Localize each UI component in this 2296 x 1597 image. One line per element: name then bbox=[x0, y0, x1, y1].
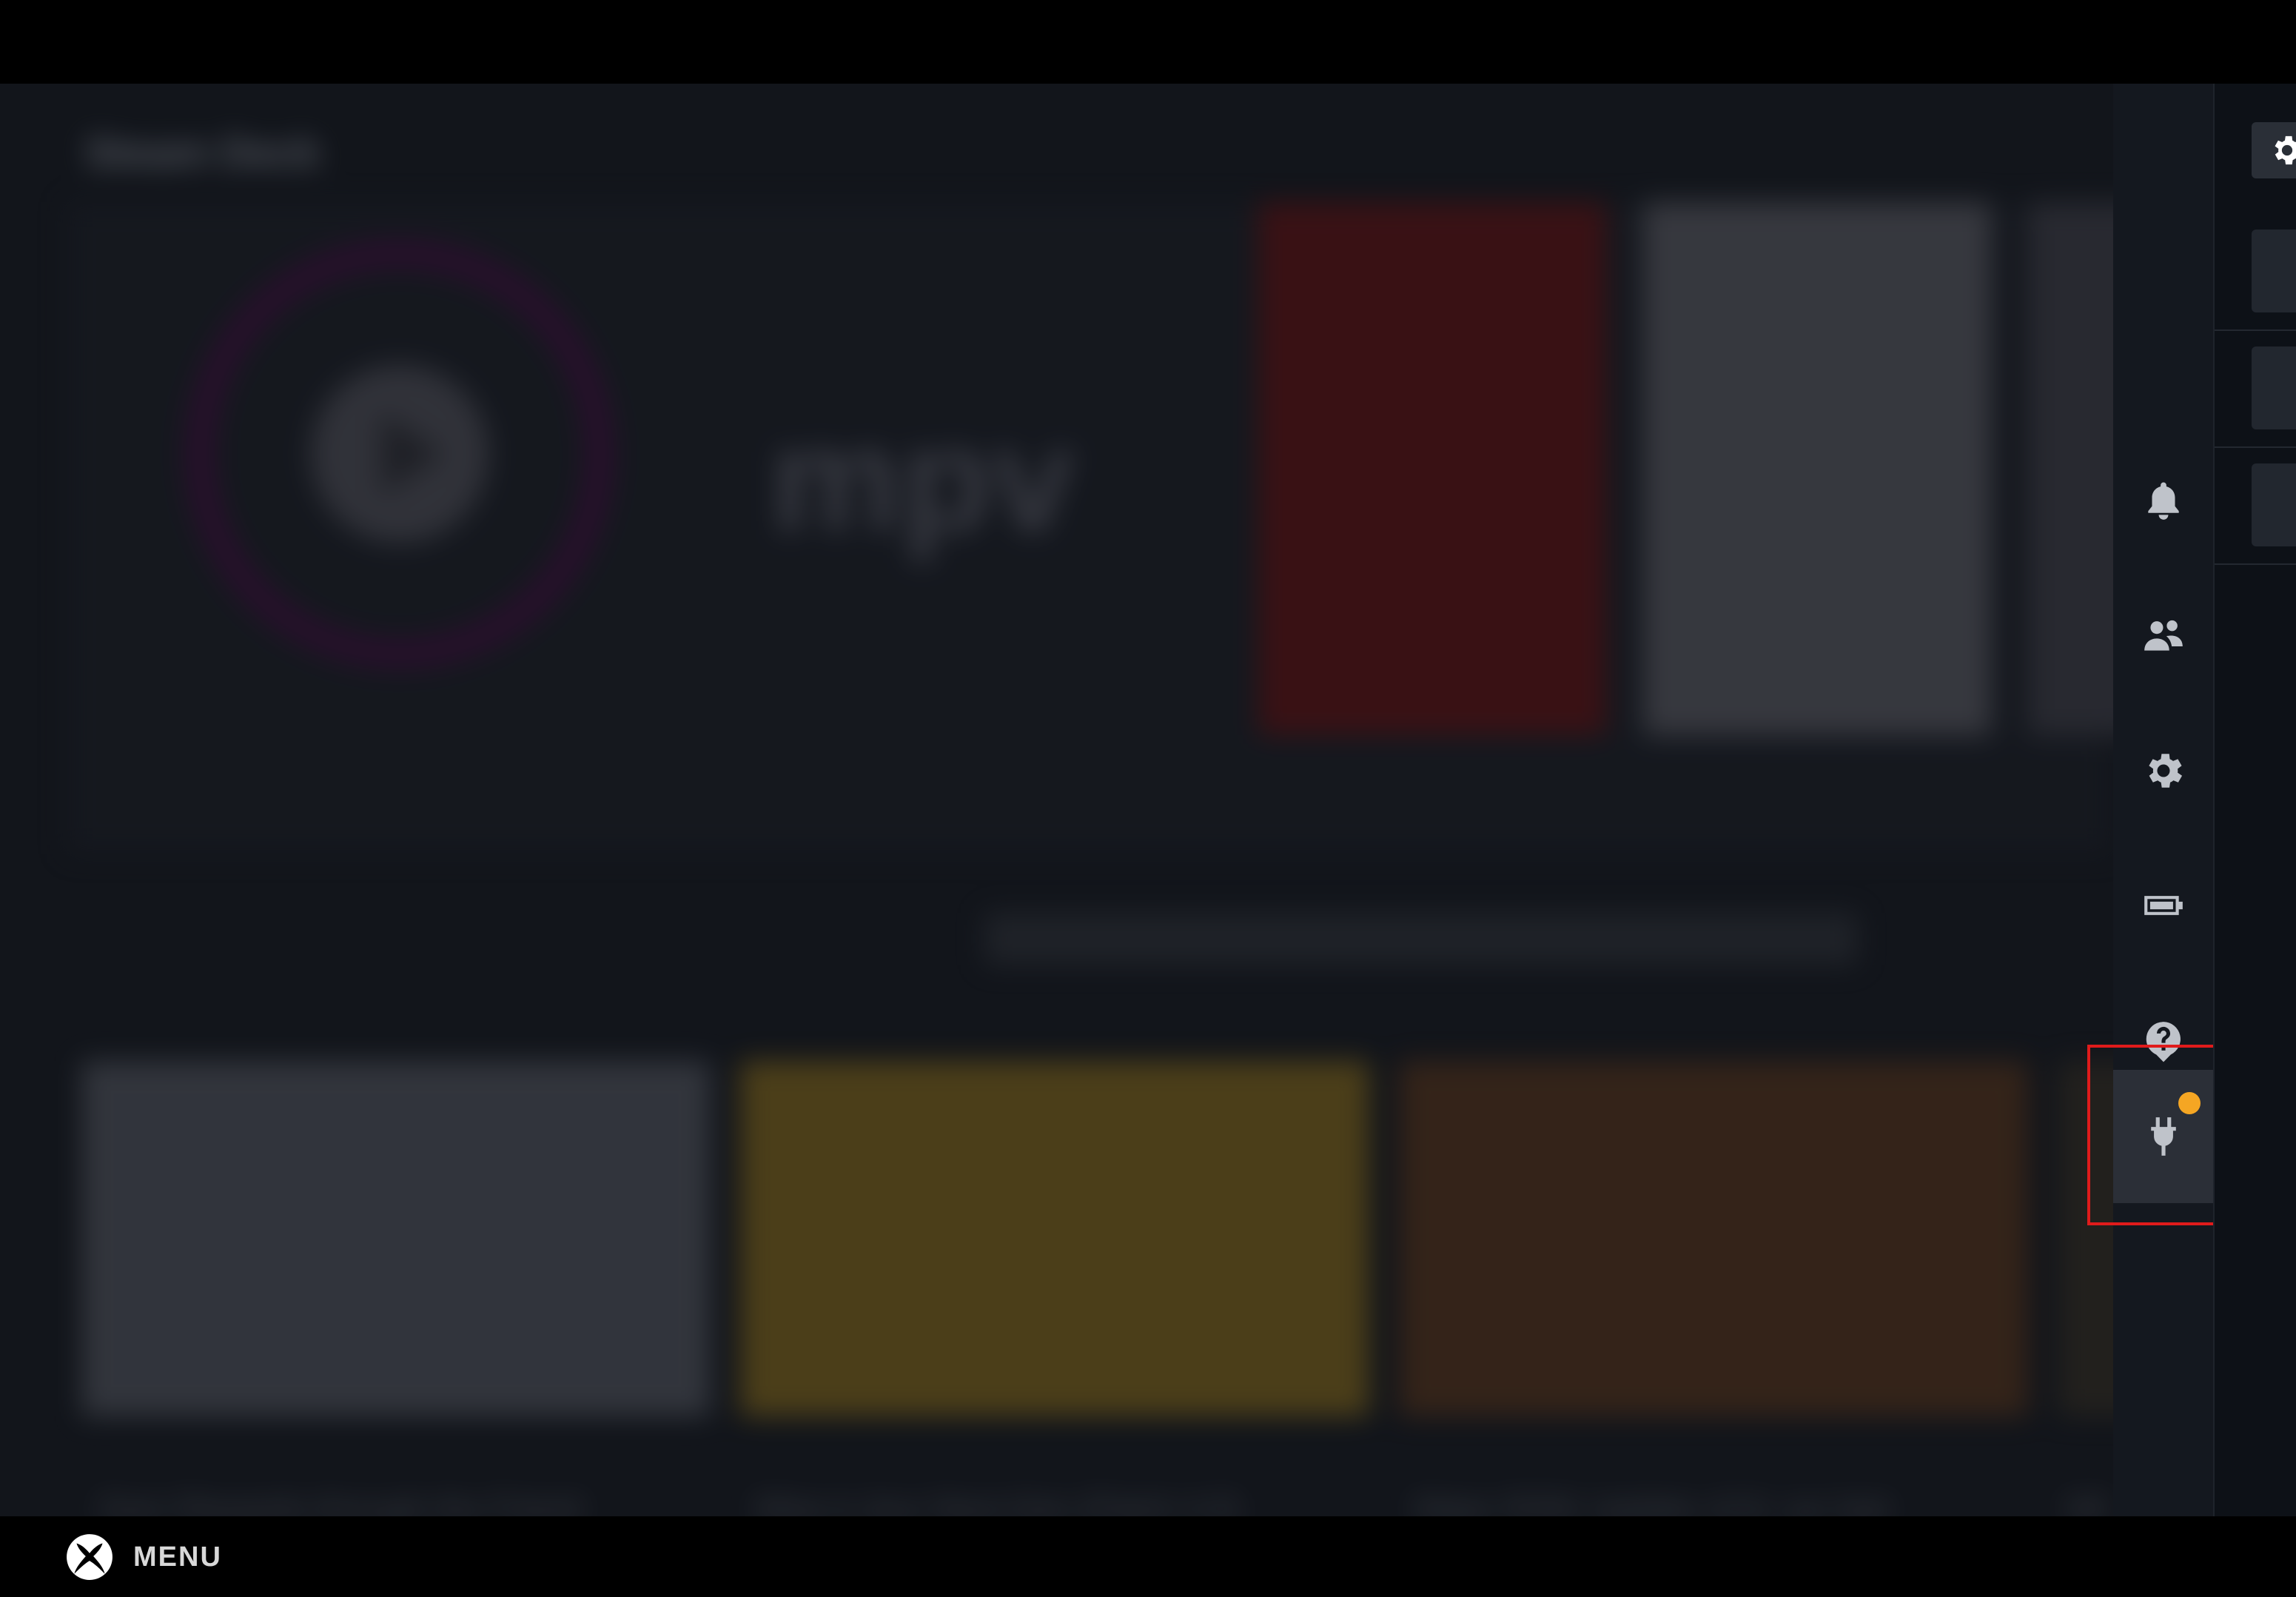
panel-settings-button[interactable] bbox=[2252, 122, 2296, 178]
news-card bbox=[740, 1061, 1369, 1416]
news-caption: Mise à Jour Next-Gen (Patch 4.0) bbox=[755, 1490, 1241, 1516]
top-bar bbox=[0, 0, 2296, 84]
divider bbox=[2215, 563, 2296, 565]
battery-icon bbox=[2144, 896, 2183, 915]
menu-label: MENU bbox=[133, 1541, 222, 1573]
notifications-button[interactable] bbox=[2113, 445, 2213, 556]
xbox-icon[interactable] bbox=[65, 1533, 114, 1581]
bottom-bar: MENU bbox=[0, 1516, 2296, 1597]
panel-item[interactable] bbox=[2252, 346, 2296, 429]
side-panel-partial bbox=[2213, 84, 2296, 1516]
gear-icon bbox=[2148, 754, 2182, 788]
divider bbox=[2215, 446, 2296, 448]
blurred-content: Steam Deck mpv Earn Rewards through the … bbox=[0, 84, 2113, 1516]
news-caption: Major RISK Update v3.8, our last bbox=[1414, 1490, 1890, 1516]
bell-icon bbox=[2147, 482, 2179, 520]
friends-button[interactable] bbox=[2113, 580, 2213, 691]
settings-button[interactable] bbox=[2113, 715, 2213, 826]
panel-item[interactable] bbox=[2252, 230, 2296, 312]
divider bbox=[2215, 329, 2296, 331]
tabs-row bbox=[984, 913, 1858, 965]
hero-logo-text: mpv bbox=[770, 397, 1075, 562]
news-card bbox=[81, 1061, 711, 1416]
news-caption: Earn Rewards through the Friend bbox=[100, 1490, 582, 1516]
background-library-page: Steam Deck mpv Earn Rewards through the … bbox=[0, 84, 2113, 1516]
page-title: Steam Deck bbox=[85, 129, 320, 175]
game-poster bbox=[1643, 202, 1991, 735]
performance-button[interactable] bbox=[2113, 850, 2213, 961]
panel-item[interactable] bbox=[2252, 463, 2296, 546]
gear-icon bbox=[2275, 135, 2296, 165]
news-card bbox=[1399, 1061, 2028, 1416]
game-poster bbox=[1258, 202, 1606, 735]
friends-icon bbox=[2144, 620, 2183, 651]
mpv-play-icon bbox=[381, 413, 444, 495]
news-caption: NE bbox=[2065, 1490, 2111, 1516]
quick-access-rail bbox=[2113, 84, 2213, 1516]
game-poster bbox=[2028, 202, 2113, 735]
